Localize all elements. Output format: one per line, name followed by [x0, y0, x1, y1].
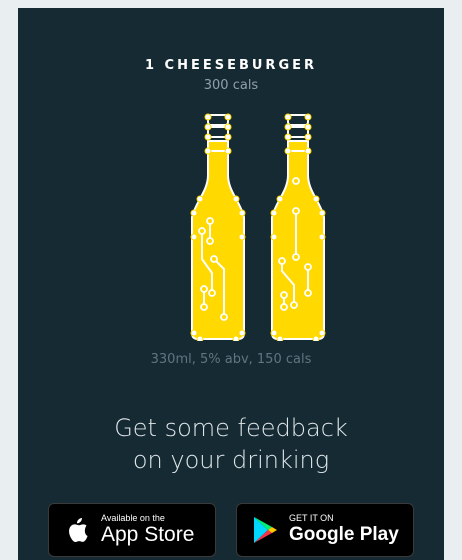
app-store-label: App Store: [101, 523, 195, 546]
beer-bottle-icon-2: [270, 113, 326, 341]
headline: Get some feedback on your drinking: [18, 412, 444, 476]
promo-card: 1 CHEESEBURGER 300 cals 330ml, 5% abv, 1…: [18, 8, 444, 560]
drink-description: 330ml, 5% abv, 150 cals: [150, 352, 312, 367]
apple-icon: [69, 518, 88, 543]
bottles-illustration: [190, 113, 326, 341]
food-title: 1 CHEESEBURGER: [144, 58, 318, 73]
google-play-icon: [254, 517, 277, 543]
headline-line-2: on your drinking: [132, 446, 330, 474]
headline-line-1: Get some feedback: [114, 414, 348, 442]
beer-bottle-icon-1: [190, 113, 246, 341]
google-play-button[interactable]: GET IT ON Google Play: [236, 503, 414, 557]
app-store-button[interactable]: Available on the App Store: [48, 503, 216, 557]
app-store-small-label: Available on the: [101, 513, 165, 523]
google-play-small-label: GET IT ON: [289, 513, 334, 523]
google-play-label: Google Play: [289, 524, 399, 545]
food-calories: 300 cals: [203, 78, 259, 93]
